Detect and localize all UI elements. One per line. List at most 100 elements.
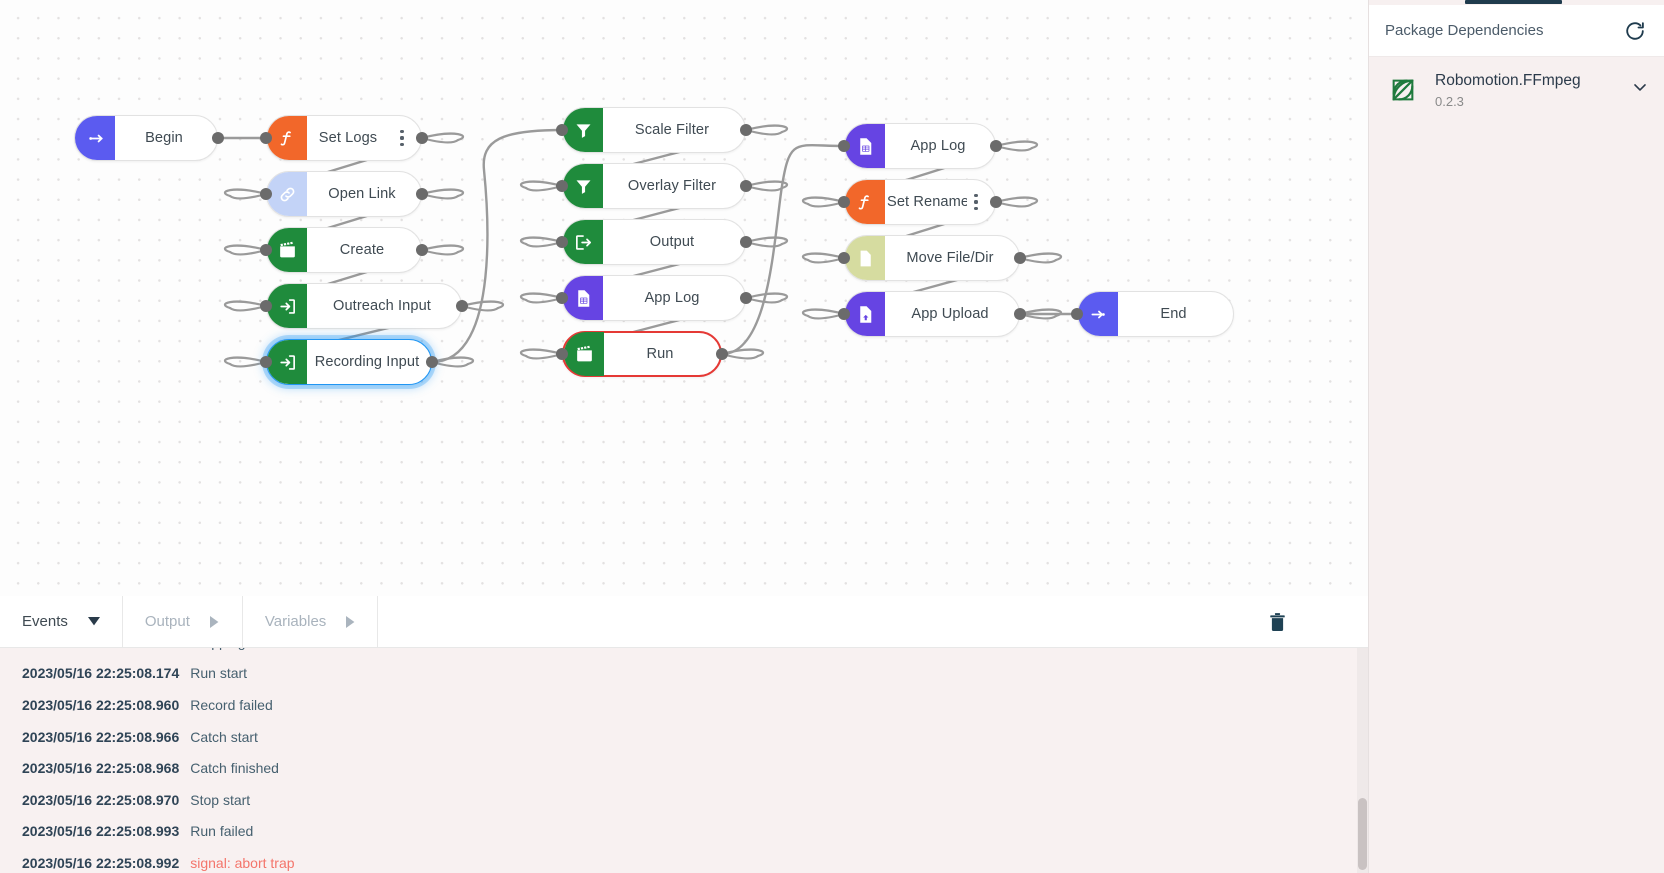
node-input-port[interactable] bbox=[260, 244, 272, 256]
function-icon bbox=[845, 180, 885, 224]
package-text: Robomotion.FFmpeg 0.2.3 bbox=[1435, 71, 1616, 109]
scrollbar-thumb[interactable] bbox=[1358, 798, 1367, 870]
log-timestamp: 2023/05/16 22:25:08.970 bbox=[22, 791, 180, 808]
node-output-port[interactable] bbox=[416, 188, 428, 200]
trash-icon[interactable] bbox=[1265, 608, 1290, 635]
node-output-port[interactable] bbox=[740, 180, 752, 192]
node-output-port[interactable] bbox=[212, 132, 224, 144]
node-output-port[interactable] bbox=[990, 140, 1002, 152]
node-output-port[interactable] bbox=[740, 292, 752, 304]
flow-node-label: App Log bbox=[910, 138, 966, 154]
flow-node-set-rename[interactable]: Set Rename bbox=[844, 179, 996, 225]
package-list: Robomotion.FFmpeg 0.2.3 bbox=[1369, 57, 1664, 123]
node-output-port[interactable] bbox=[416, 132, 428, 144]
flow-node-label: Create bbox=[339, 242, 385, 258]
bottom-tabbar: Events Output Variables bbox=[0, 596, 1368, 648]
node-menu-icon[interactable] bbox=[967, 188, 985, 216]
flow-node-open-link[interactable]: Open Link bbox=[266, 171, 422, 217]
flow-canvas[interactable]: Begin Set Logs Open Link Create Outreach Inp… bbox=[0, 0, 1368, 596]
flow-node-label: Open Link bbox=[328, 186, 396, 202]
package-icon bbox=[1385, 72, 1421, 108]
flow-node-overlay-filter[interactable]: Overlay Filter bbox=[562, 163, 746, 209]
refresh-icon[interactable] bbox=[1620, 16, 1650, 46]
flow-node-label: Overlay Filter bbox=[627, 178, 717, 194]
node-input-port[interactable] bbox=[260, 356, 272, 368]
node-output-port[interactable] bbox=[990, 196, 1002, 208]
flow-node-label: App Upload bbox=[911, 306, 989, 322]
node-output-port[interactable] bbox=[416, 244, 428, 256]
node-input-port[interactable] bbox=[556, 124, 568, 136]
flow-node-end[interactable]: End bbox=[1077, 291, 1234, 337]
node-input-port[interactable] bbox=[556, 348, 568, 360]
log-timestamp: 2023/05/16 22:25:08.968 bbox=[22, 760, 180, 777]
node-menu-icon[interactable] bbox=[393, 124, 411, 152]
bottom-panel: Events Output Variables 2023/05/16 22:25:0… bbox=[0, 596, 1368, 873]
caret-right-icon bbox=[209, 615, 219, 628]
active-tab-indicator bbox=[1465, 0, 1562, 4]
filter-icon bbox=[563, 164, 603, 208]
node-input-port[interactable] bbox=[556, 236, 568, 248]
events-log-list: 2023/05/16 22:25:08.171Stopping ... 2023/… bbox=[0, 648, 1368, 873]
node-input-port[interactable] bbox=[838, 196, 850, 208]
tab-events[interactable]: Events bbox=[0, 596, 123, 647]
flow-node-label: Begin bbox=[145, 130, 183, 146]
log-message: Catch finished bbox=[190, 760, 279, 777]
flow-node-label: Outreach Input bbox=[333, 298, 431, 314]
node-input-port[interactable] bbox=[260, 132, 272, 144]
node-output-port[interactable] bbox=[456, 300, 468, 312]
log-row: 2023/05/16 22:25:08.970 Stop start bbox=[0, 784, 1368, 816]
flow-node-label: End bbox=[1160, 306, 1187, 322]
node-output-port[interactable] bbox=[740, 236, 752, 248]
flow-node-begin[interactable]: Begin bbox=[74, 115, 218, 161]
node-output-port[interactable] bbox=[1014, 252, 1026, 264]
canvas-horizontal-scrollbar[interactable] bbox=[0, 588, 1368, 596]
flow-node-app-log-mid[interactable]: App Log bbox=[562, 275, 746, 321]
package-item[interactable]: Robomotion.FFmpeg 0.2.3 bbox=[1369, 57, 1664, 123]
flow-node-outreach-input[interactable]: Outreach Input bbox=[266, 283, 462, 329]
node-input-port[interactable] bbox=[260, 188, 272, 200]
log-timestamp: 2023/05/16 22:25:08.966 bbox=[22, 728, 180, 745]
events-log-area[interactable]: 2023/05/16 22:25:08.171Stopping ... 2023/… bbox=[0, 648, 1368, 873]
log-row: 2023/05/16 22:25:08.171 Stopping ... bbox=[0, 648, 1368, 658]
input-arrow-icon bbox=[267, 340, 307, 384]
node-input-port[interactable] bbox=[556, 180, 568, 192]
tab-label: Variables bbox=[264, 613, 327, 630]
log-timestamp: 2023/05/16 22:25:08.992 bbox=[22, 854, 180, 871]
flow-node-create[interactable]: Create bbox=[266, 227, 422, 273]
node-input-port[interactable] bbox=[838, 308, 850, 320]
node-input-port[interactable] bbox=[1071, 308, 1083, 320]
flow-node-set-logs[interactable]: Set Logs bbox=[266, 115, 422, 161]
app-log-icon bbox=[845, 124, 885, 168]
flow-node-label: Set Logs bbox=[318, 130, 378, 146]
flow-node-run[interactable]: Run bbox=[562, 331, 722, 377]
node-input-port[interactable] bbox=[556, 292, 568, 304]
node-input-port[interactable] bbox=[260, 300, 272, 312]
node-output-port[interactable] bbox=[426, 356, 438, 368]
begin-arrow-icon bbox=[75, 116, 115, 160]
flow-node-move-file-dir[interactable]: Move File/Dir bbox=[844, 235, 1020, 281]
log-row: 2023/05/16 22:25:08.993 Run failed bbox=[0, 816, 1368, 848]
log-vertical-scrollbar[interactable] bbox=[1357, 648, 1368, 873]
tab-output[interactable]: Output bbox=[123, 596, 243, 647]
flow-node-scale-filter[interactable]: Scale Filter bbox=[562, 107, 746, 153]
node-output-port[interactable] bbox=[1014, 308, 1026, 320]
flow-node-label: Output bbox=[649, 234, 695, 250]
package-name: Robomotion.FFmpeg bbox=[1435, 72, 1581, 89]
chevron-down-icon[interactable] bbox=[1630, 77, 1650, 102]
flow-node-label: Recording Input bbox=[314, 354, 420, 370]
function-icon bbox=[267, 116, 307, 160]
package-version: 0.2.3 bbox=[1435, 93, 1464, 109]
node-input-port[interactable] bbox=[838, 252, 850, 264]
tab-variables[interactable]: Variables bbox=[243, 596, 379, 647]
node-input-port[interactable] bbox=[838, 140, 850, 152]
end-arrow-icon bbox=[1078, 292, 1118, 336]
flow-node-output[interactable]: Output bbox=[562, 219, 746, 265]
log-message: Run start bbox=[190, 665, 248, 682]
flow-node-label: Scale Filter bbox=[634, 122, 710, 138]
node-output-port[interactable] bbox=[716, 348, 728, 360]
app-upload-icon bbox=[845, 292, 885, 336]
flow-node-recording-input[interactable]: Recording Input bbox=[266, 339, 432, 385]
flow-node-app-log-right[interactable]: App Log bbox=[844, 123, 996, 169]
flow-node-app-upload[interactable]: App Upload bbox=[844, 291, 1020, 337]
node-output-port[interactable] bbox=[740, 124, 752, 136]
